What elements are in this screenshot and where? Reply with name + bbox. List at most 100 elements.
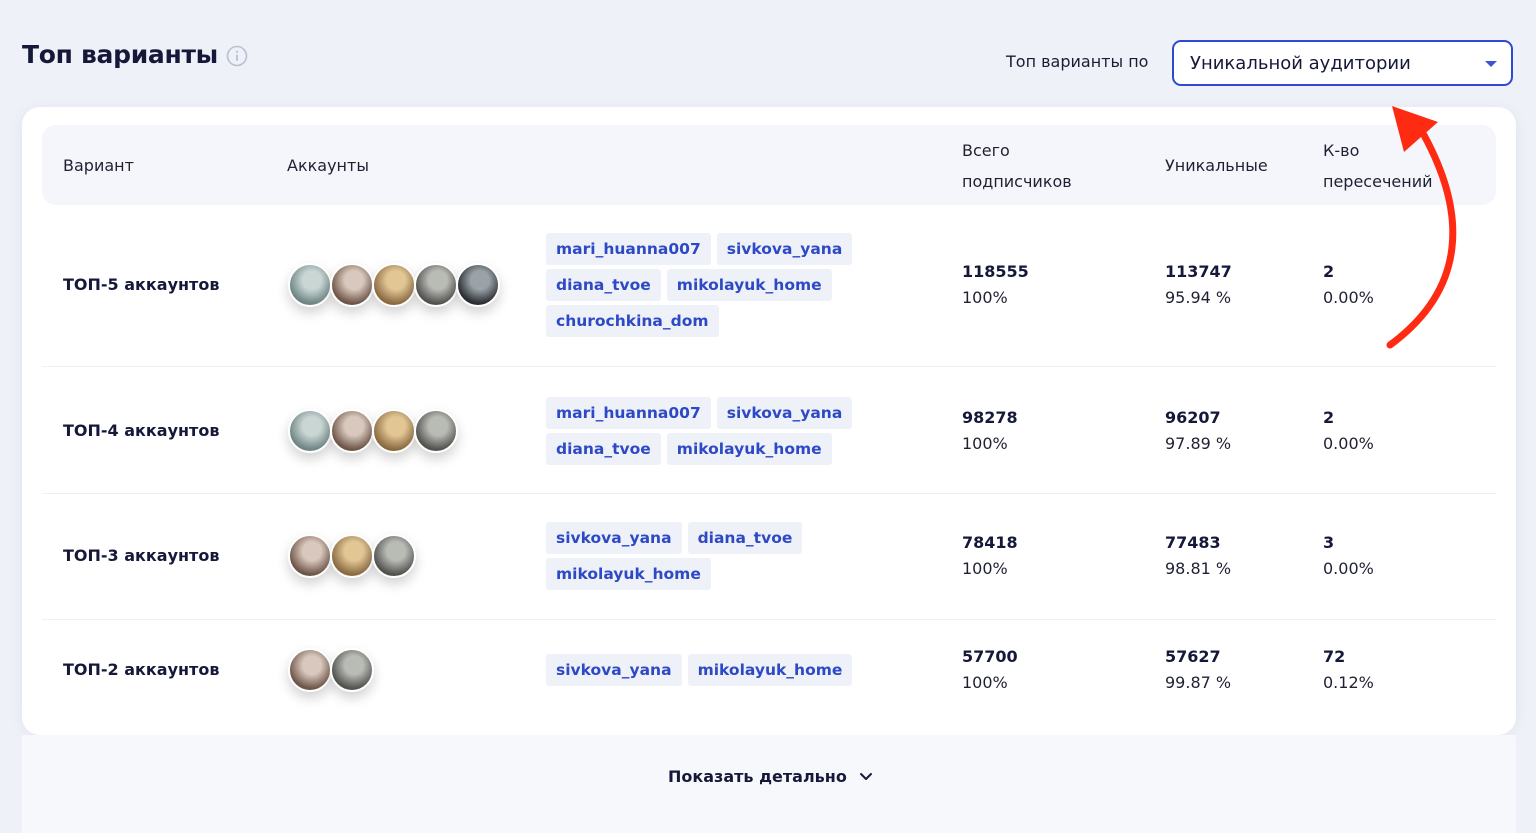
table-row: ТОП-2 аккаунтов sivkova_yana mikolayuk_hom… bbox=[42, 619, 1496, 715]
account-tags: mari_huanna007 sivkova_yana diana_tvoe miko… bbox=[546, 233, 866, 337]
overlap-count-cell: 2 0.00% bbox=[1323, 405, 1374, 457]
top-variants-card: Вариант Аккаунты Всего подписчиков Уника… bbox=[22, 107, 1516, 735]
total-subscribers-cell: 78418 100% bbox=[962, 530, 1018, 582]
account-tag[interactable]: mari_huanna007 bbox=[546, 233, 711, 265]
avatar[interactable] bbox=[330, 263, 374, 307]
avatar[interactable] bbox=[372, 534, 416, 578]
overlap-count-percent: 0.12% bbox=[1323, 673, 1374, 692]
avatar-group bbox=[288, 263, 500, 307]
account-tag[interactable]: churochkina_dom bbox=[546, 305, 719, 337]
column-unique: Уникальные bbox=[1165, 156, 1268, 175]
variant-name: ТОП-2 аккаунтов bbox=[63, 660, 220, 679]
overlap-count-cell: 72 0.12% bbox=[1323, 644, 1374, 696]
account-tag[interactable]: mikolayuk_home bbox=[687, 654, 853, 686]
variant-name: ТОП-5 аккаунтов bbox=[63, 275, 220, 294]
account-tag[interactable]: diana_tvoe bbox=[546, 433, 661, 465]
annotation-arrow-icon bbox=[1386, 106, 1457, 349]
total-subscribers-cell: 98278 100% bbox=[962, 405, 1018, 457]
page-title: Топ варианты bbox=[22, 40, 248, 69]
chevron-down-icon bbox=[859, 772, 872, 780]
total-subscribers-value: 118555 bbox=[962, 262, 1029, 281]
unique-subscribers-value: 113747 bbox=[1165, 262, 1232, 281]
unique-subscribers-cell: 77483 98.81 % bbox=[1165, 530, 1231, 582]
overlap-count-value: 2 bbox=[1323, 408, 1335, 427]
total-subscribers-percent: 100% bbox=[962, 673, 1008, 692]
page-title-text: Топ варианты bbox=[22, 40, 218, 69]
overlap-count-percent: 0.00% bbox=[1323, 288, 1374, 307]
chevron-down-icon bbox=[1485, 61, 1497, 67]
sort-by-select[interactable]: Уникальной аудитории bbox=[1172, 40, 1513, 86]
avatar[interactable] bbox=[330, 648, 374, 692]
total-subscribers-percent: 100% bbox=[962, 559, 1008, 578]
overlap-count-value: 3 bbox=[1323, 533, 1335, 552]
column-total-line1: Всего bbox=[962, 141, 1010, 160]
avatar[interactable] bbox=[288, 409, 332, 453]
avatar-group bbox=[288, 534, 416, 578]
avatar[interactable] bbox=[372, 263, 416, 307]
account-tag[interactable]: sivkova_yana bbox=[546, 522, 682, 554]
overlap-count-percent: 0.00% bbox=[1323, 559, 1374, 578]
avatar[interactable] bbox=[414, 409, 458, 453]
variant-name: ТОП-4 аккаунтов bbox=[63, 421, 220, 440]
total-subscribers-cell: 118555 100% bbox=[962, 259, 1029, 311]
column-total-line2: подписчиков bbox=[962, 172, 1072, 191]
total-subscribers-percent: 100% bbox=[962, 434, 1008, 453]
total-subscribers-value: 78418 bbox=[962, 533, 1018, 552]
unique-subscribers-percent: 97.89 % bbox=[1165, 434, 1232, 453]
account-tags: sivkova_yana diana_tvoe mikolayuk_home bbox=[546, 522, 866, 590]
variant-name: ТОП-3 аккаунтов bbox=[63, 546, 220, 565]
total-subscribers-percent: 100% bbox=[962, 288, 1008, 307]
unique-subscribers-percent: 95.94 % bbox=[1165, 288, 1232, 307]
account-tag[interactable]: mikolayuk_home bbox=[666, 433, 832, 465]
overlap-count-cell: 2 0.00% bbox=[1323, 259, 1374, 311]
avatar-group bbox=[288, 409, 458, 453]
avatar[interactable] bbox=[288, 263, 332, 307]
total-subscribers-value: 57700 bbox=[962, 647, 1018, 666]
unique-subscribers-percent: 99.87 % bbox=[1165, 673, 1232, 692]
account-tag[interactable]: sivkova_yana bbox=[716, 233, 853, 265]
overlap-count-value: 72 bbox=[1323, 647, 1346, 666]
column-variant: Вариант bbox=[63, 156, 134, 175]
account-tag[interactable]: mikolayuk_home bbox=[546, 558, 711, 590]
avatar[interactable] bbox=[372, 409, 416, 453]
account-tag[interactable]: diana_tvoe bbox=[687, 522, 803, 554]
avatar[interactable] bbox=[330, 534, 374, 578]
show-details-button[interactable]: Показать детально bbox=[668, 767, 873, 786]
total-subscribers-cell: 57700 100% bbox=[962, 644, 1018, 696]
column-accounts: Аккаунты bbox=[287, 156, 369, 175]
overlap-count-percent: 0.00% bbox=[1323, 434, 1374, 453]
overlap-count-value: 2 bbox=[1323, 262, 1335, 281]
account-tags: sivkova_yana mikolayuk_home bbox=[546, 654, 866, 686]
sort-by-label: Топ варианты по bbox=[1006, 52, 1149, 71]
avatar[interactable] bbox=[414, 263, 458, 307]
column-total-subscribers: Всего подписчиков bbox=[962, 135, 1072, 197]
table-row: ТОП-5 аккаунтов mari_huanna007 sivkova_yan… bbox=[42, 205, 1496, 367]
account-tag[interactable]: mikolayuk_home bbox=[666, 269, 832, 301]
avatar[interactable] bbox=[330, 409, 374, 453]
account-tags: mari_huanna007 sivkova_yana diana_tvoe miko… bbox=[546, 397, 866, 465]
total-subscribers-value: 98278 bbox=[962, 408, 1018, 427]
card-footer: Показать детально bbox=[22, 735, 1516, 833]
avatar[interactable] bbox=[288, 648, 332, 692]
sort-by-select-value: Уникальной аудитории bbox=[1190, 52, 1411, 74]
account-tag[interactable]: sivkova_yana bbox=[716, 397, 853, 429]
unique-subscribers-cell: 113747 95.94 % bbox=[1165, 259, 1232, 311]
unique-subscribers-value: 57627 bbox=[1165, 647, 1221, 666]
unique-subscribers-cell: 96207 97.89 % bbox=[1165, 405, 1231, 457]
table-row: ТОП-3 аккаунтов sivkova_yana diana_tvoemik… bbox=[42, 493, 1496, 620]
avatar[interactable] bbox=[288, 534, 332, 578]
avatar[interactable] bbox=[456, 263, 500, 307]
overlap-count-cell: 3 0.00% bbox=[1323, 530, 1374, 582]
unique-subscribers-cell: 57627 99.87 % bbox=[1165, 644, 1231, 696]
avatar-group bbox=[288, 648, 374, 692]
info-icon[interactable] bbox=[226, 44, 248, 66]
unique-subscribers-value: 96207 bbox=[1165, 408, 1221, 427]
table-header: Вариант Аккаунты Всего подписчиков Уника… bbox=[42, 125, 1496, 205]
table-row: ТОП-4 аккаунтов mari_huanna007 sivkova_yan… bbox=[42, 366, 1496, 494]
unique-subscribers-percent: 98.81 % bbox=[1165, 559, 1232, 578]
account-tag[interactable]: mari_huanna007 bbox=[546, 397, 711, 429]
show-details-label: Показать детально bbox=[668, 767, 847, 786]
unique-subscribers-value: 77483 bbox=[1165, 533, 1221, 552]
account-tag[interactable]: diana_tvoe bbox=[546, 269, 661, 301]
account-tag[interactable]: sivkova_yana bbox=[546, 654, 682, 686]
